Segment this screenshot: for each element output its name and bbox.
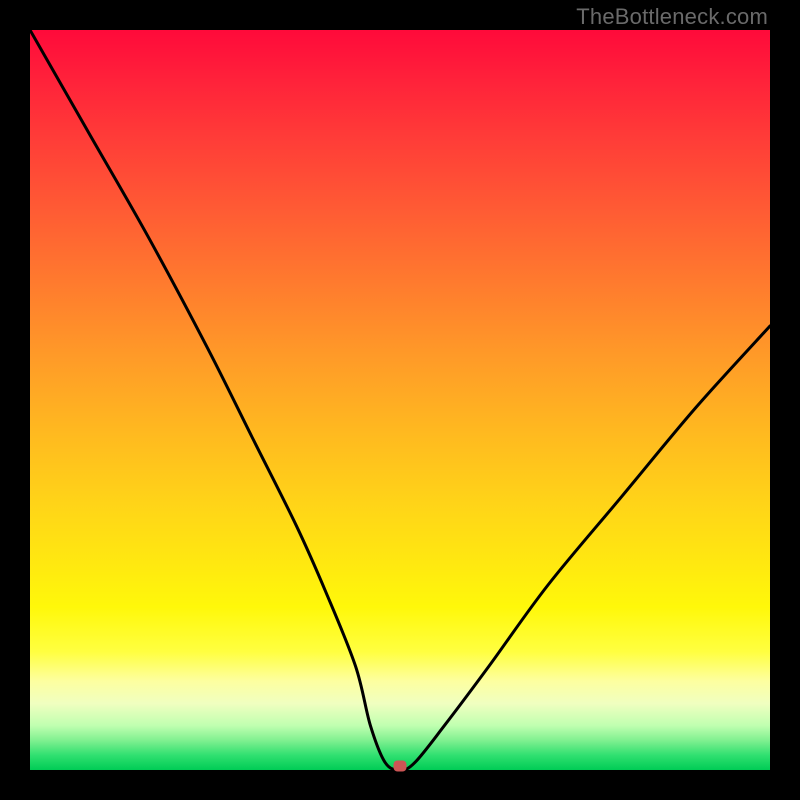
plot-area bbox=[30, 30, 770, 770]
bottleneck-curve bbox=[30, 30, 770, 770]
chart-frame: TheBottleneck.com bbox=[0, 0, 800, 800]
watermark-text: TheBottleneck.com bbox=[576, 4, 768, 30]
optimal-point-marker bbox=[394, 761, 407, 772]
